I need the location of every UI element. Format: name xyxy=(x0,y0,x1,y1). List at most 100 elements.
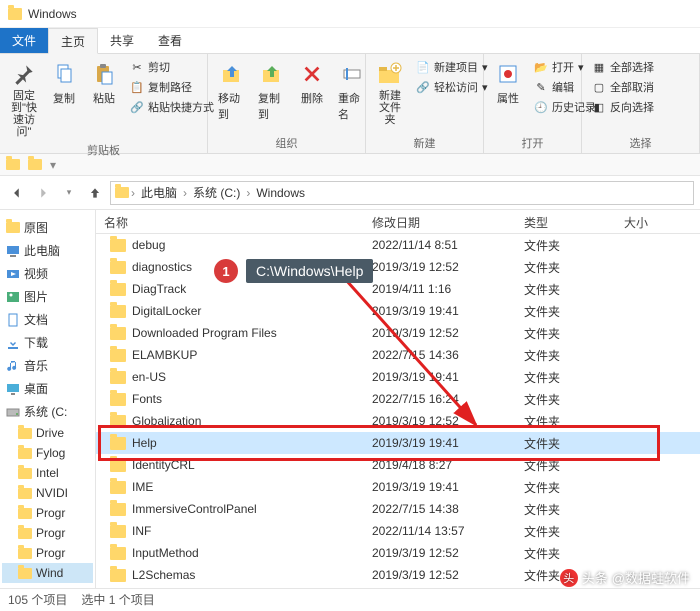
up-button[interactable] xyxy=(84,182,106,204)
navigation-tree[interactable]: 原图此电脑视频图片文档下载音乐桌面系统 (C:DriveFylogIntelNV… xyxy=(0,210,96,588)
table-row[interactable]: en-US2019/3/19 19:41文件夹 xyxy=(96,366,700,388)
table-row[interactable]: IdentityCRL2019/4/18 8:27文件夹 xyxy=(96,454,700,476)
table-row[interactable]: diagnostics2019/3/19 12:52文件夹 xyxy=(96,256,700,278)
tab-share[interactable]: 共享 xyxy=(98,28,146,53)
paste-button[interactable]: 粘贴 xyxy=(86,58,122,108)
chevron-down-icon[interactable]: ▾ xyxy=(50,158,56,172)
file-size xyxy=(616,549,700,557)
folder-icon xyxy=(110,283,126,296)
table-row[interactable]: Fonts2022/7/15 16:24文件夹 xyxy=(96,388,700,410)
tree-item[interactable]: Wind xyxy=(2,563,93,583)
forward-button[interactable] xyxy=(32,182,54,204)
tree-item-label: Wind xyxy=(36,566,63,580)
file-name: InputMethod xyxy=(132,546,199,560)
pin-icon xyxy=(10,60,38,88)
easy-access-button[interactable]: 🔗轻松访问▾ xyxy=(412,78,492,96)
cut-button[interactable]: ✂剪切 xyxy=(126,58,218,76)
copy-to-icon xyxy=(258,60,286,88)
folder-icon xyxy=(110,525,126,538)
tab-view[interactable]: 查看 xyxy=(146,28,194,53)
file-name: DiagTrack xyxy=(132,282,186,296)
breadcrumb-item[interactable]: 此电脑 xyxy=(137,182,181,203)
folder-icon[interactable] xyxy=(6,159,20,170)
tree-item[interactable]: NVIDI xyxy=(2,483,93,503)
file-size xyxy=(616,439,700,447)
file-date: 2019/3/19 12:52 xyxy=(364,542,516,564)
tree-item[interactable]: 下载 xyxy=(2,331,93,354)
table-row[interactable]: InputMethod2019/3/19 12:52文件夹 xyxy=(96,542,700,564)
folder-icon[interactable] xyxy=(28,159,42,170)
file-size xyxy=(616,285,700,293)
new-folder-button[interactable]: 新建文件夹 xyxy=(372,58,408,128)
tab-home[interactable]: 主页 xyxy=(48,28,98,54)
tree-item[interactable]: 图片 xyxy=(2,285,93,308)
tree-item[interactable]: 系统 (C: xyxy=(2,400,93,423)
table-row[interactable]: IME2019/3/19 19:41文件夹 xyxy=(96,476,700,498)
table-row[interactable]: ELAMBKUP2022/7/15 14:36文件夹 xyxy=(96,344,700,366)
tree-item[interactable]: Intel xyxy=(2,463,93,483)
picture-icon xyxy=(6,290,20,304)
table-row[interactable]: INF2022/11/14 13:57文件夹 xyxy=(96,520,700,542)
breadcrumb-item[interactable]: 系统 (C:) xyxy=(189,182,244,203)
column-name[interactable]: 名称 xyxy=(96,210,364,233)
file-date: 2019/4/11 1:16 xyxy=(364,278,516,300)
file-size xyxy=(616,505,700,513)
file-name: Globalization xyxy=(132,414,201,428)
drive-icon xyxy=(6,405,20,419)
tree-item-label: Progr xyxy=(36,506,65,520)
back-button[interactable] xyxy=(6,182,28,204)
tab-file[interactable]: 文件 xyxy=(0,28,48,53)
folder-icon xyxy=(110,569,126,582)
tree-item[interactable]: 桌面 xyxy=(2,377,93,400)
group-label-clipboard: 剪贴板 xyxy=(6,140,201,158)
rename-button[interactable]: 重命名 xyxy=(334,58,370,124)
file-name: Help xyxy=(132,436,157,450)
table-row[interactable]: Downloaded Program Files2019/3/19 12:52文… xyxy=(96,322,700,344)
folder-icon xyxy=(110,239,126,252)
ribbon-tabs: 文件 主页 共享 查看 xyxy=(0,28,700,54)
column-date[interactable]: 修改日期 xyxy=(364,210,516,233)
copy-button[interactable]: 复制 xyxy=(46,58,82,108)
new-item-button[interactable]: 📄新建项目▾ xyxy=(412,58,492,76)
tree-item[interactable]: Progr xyxy=(2,543,93,563)
tree-item[interactable]: Progr xyxy=(2,503,93,523)
tree-item[interactable]: Drive xyxy=(2,423,93,443)
invert-selection-button[interactable]: ◧反向选择 xyxy=(588,98,658,116)
watermark-prefix: 头条 xyxy=(582,568,608,587)
copy-to-button[interactable]: 复制到 xyxy=(254,58,290,124)
column-headers: 名称 修改日期 类型 大小 xyxy=(96,210,700,234)
tree-item[interactable]: 此电脑 xyxy=(2,239,93,262)
tree-item[interactable]: 原图 xyxy=(2,216,93,239)
column-size[interactable]: 大小 xyxy=(616,210,700,233)
delete-button[interactable]: 删除 xyxy=(294,58,330,108)
move-to-button[interactable]: 移动到 xyxy=(214,58,250,124)
pin-quick-access-button[interactable]: 固定到"快速访问" xyxy=(6,58,42,140)
column-type[interactable]: 类型 xyxy=(516,210,616,233)
breadcrumb-item[interactable]: Windows xyxy=(252,184,309,202)
video-icon xyxy=(6,267,20,281)
recent-locations-button[interactable]: ▾ xyxy=(58,182,80,204)
folder-icon xyxy=(110,261,126,274)
tree-item[interactable]: Fylog xyxy=(2,443,93,463)
properties-button[interactable]: 属性 xyxy=(490,58,526,108)
file-rows[interactable]: debug2022/11/14 8:51文件夹diagnostics2019/3… xyxy=(96,234,700,588)
table-row[interactable]: DiagTrack2019/4/11 1:16文件夹 xyxy=(96,278,700,300)
paste-icon xyxy=(90,60,118,88)
folder-icon xyxy=(18,506,32,520)
table-row[interactable]: ImmersiveControlPanel2022/7/15 14:38文件夹 xyxy=(96,498,700,520)
table-row[interactable]: Globalization2019/3/19 12:52文件夹 xyxy=(96,410,700,432)
tree-item[interactable]: Progr xyxy=(2,523,93,543)
table-row[interactable]: Help2019/3/19 19:41文件夹 xyxy=(96,432,700,454)
tree-item[interactable]: 视频 xyxy=(2,262,93,285)
address-bar[interactable]: › 此电脑 › 系统 (C:) › Windows xyxy=(110,181,694,205)
table-row[interactable]: DigitalLocker2019/3/19 19:41文件夹 xyxy=(96,300,700,322)
select-none-button[interactable]: ▢全部取消 xyxy=(588,78,658,96)
select-all-button[interactable]: ▦全部选择 xyxy=(588,58,658,76)
tree-item[interactable]: 文档 xyxy=(2,308,93,331)
group-label-organize: 组织 xyxy=(214,133,359,151)
paste-shortcut-button[interactable]: 🔗粘贴快捷方式 xyxy=(126,98,218,116)
table-row[interactable]: debug2022/11/14 8:51文件夹 xyxy=(96,234,700,256)
tree-item[interactable]: 音乐 xyxy=(2,354,93,377)
copy-path-button[interactable]: 📋复制路径 xyxy=(126,78,218,96)
file-date: 2022/7/15 14:38 xyxy=(364,498,516,520)
